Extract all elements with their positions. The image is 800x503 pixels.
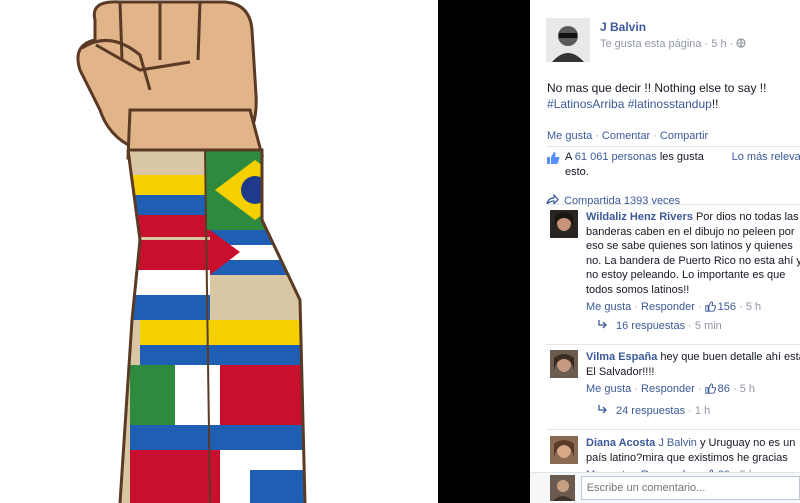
comment-likes-count[interactable]: 156 <box>718 301 736 313</box>
thumbs-up-icon <box>704 383 716 399</box>
divider <box>546 146 800 147</box>
divider <box>546 344 800 345</box>
divider <box>546 204 800 205</box>
replies-count[interactable]: 16 respuestas <box>616 320 685 332</box>
comment-like-link[interactable]: Me gusta <box>586 383 631 395</box>
replies-link[interactable]: 16 respuestas · 5 min <box>598 320 722 332</box>
replies-link[interactable]: 24 respuestas · 1 h <box>598 405 710 417</box>
post-photo[interactable] <box>0 0 438 503</box>
comment-reply-link[interactable]: Responder <box>641 383 695 395</box>
comment-like-link[interactable]: Me gusta <box>586 301 631 313</box>
commenter-avatar[interactable] <box>550 210 578 238</box>
comment-composer <box>530 472 800 503</box>
comment: Wildaliz Henz Rivers Por dios no todas l… <box>550 210 800 317</box>
commenter-avatar[interactable] <box>550 350 578 378</box>
reply-arrow-icon <box>598 320 608 332</box>
commenter-name[interactable]: Diana Acosta <box>586 437 655 449</box>
author-photo-icon <box>546 18 590 62</box>
comment-input[interactable] <box>580 476 800 500</box>
raised-fist-flags-illustration <box>76 0 307 503</box>
reply-arrow-icon <box>598 405 608 417</box>
replies-count[interactable]: 24 respuestas <box>616 405 685 417</box>
globe-icon[interactable] <box>736 38 746 50</box>
post-text: No mas que decir !! Nothing else to say … <box>547 80 797 112</box>
sort-relevant-dropdown[interactable]: Lo más relevante <box>732 150 800 165</box>
reactions-summary: A 61 061 personas les gusta esto. Lo más… <box>546 150 800 208</box>
commenter-name[interactable]: Wildaliz Henz Rivers <box>586 211 693 223</box>
replies-time: 1 h <box>694 405 711 417</box>
hashtag-suffix: !! <box>711 97 719 111</box>
viewer-backdrop <box>438 0 530 503</box>
hashtag-latinosarriba[interactable]: #LatinosArriba <box>547 97 624 111</box>
viewer-avatar <box>550 475 575 501</box>
hashtag-latinosstandup[interactable]: #latinosstandup <box>628 97 712 111</box>
comment-time[interactable]: 5 h <box>746 301 761 313</box>
divider <box>546 429 800 430</box>
likes-prefix: A <box>565 151 572 163</box>
post-header: J Balvin Te gusta esta página · 5 h · <box>546 18 746 62</box>
comment-link[interactable]: Comentar <box>602 130 650 142</box>
replies-time: 5 min <box>694 320 722 332</box>
author-name[interactable]: J Balvin <box>600 20 746 34</box>
commenter-name[interactable]: Vilma España <box>586 351 657 363</box>
share-link[interactable]: Compartir <box>660 130 708 142</box>
comment-time[interactable]: 5 h <box>740 383 755 395</box>
thumbs-up-icon <box>704 301 716 317</box>
comment-mention[interactable]: J Balvin <box>658 437 697 449</box>
likes-suffix: les gusta <box>659 151 704 163</box>
comment-reply-link[interactable]: Responder <box>641 301 695 313</box>
post-details-panel: J Balvin Te gusta esta página · 5 h · No… <box>530 0 800 503</box>
share-arrow-icon <box>546 193 559 208</box>
likes-line2: esto. <box>565 166 589 178</box>
likes-count-link[interactable]: 61 061 personas <box>575 151 657 163</box>
thumbs-up-icon <box>546 151 560 165</box>
post-meta: Te gusta esta página · 5 h · <box>600 38 734 50</box>
author-avatar[interactable] <box>546 18 590 62</box>
comment-likes-count[interactable]: 86 <box>718 383 730 395</box>
comment: Vilma España hey que buen detalle ahí es… <box>550 350 800 399</box>
shares-count[interactable]: Compartida 1393 veces <box>564 195 680 207</box>
post-text-line: No mas que decir !! Nothing else to say … <box>547 81 767 95</box>
commenter-avatar[interactable] <box>550 436 578 464</box>
post-actions: Me gusta · Comentar · Compartir <box>547 130 709 142</box>
like-link[interactable]: Me gusta <box>547 130 592 142</box>
shares-row[interactable]: Compartida 1393 veces <box>546 193 800 208</box>
comment-text: Por dios no todas las banderas caben en … <box>586 211 800 296</box>
